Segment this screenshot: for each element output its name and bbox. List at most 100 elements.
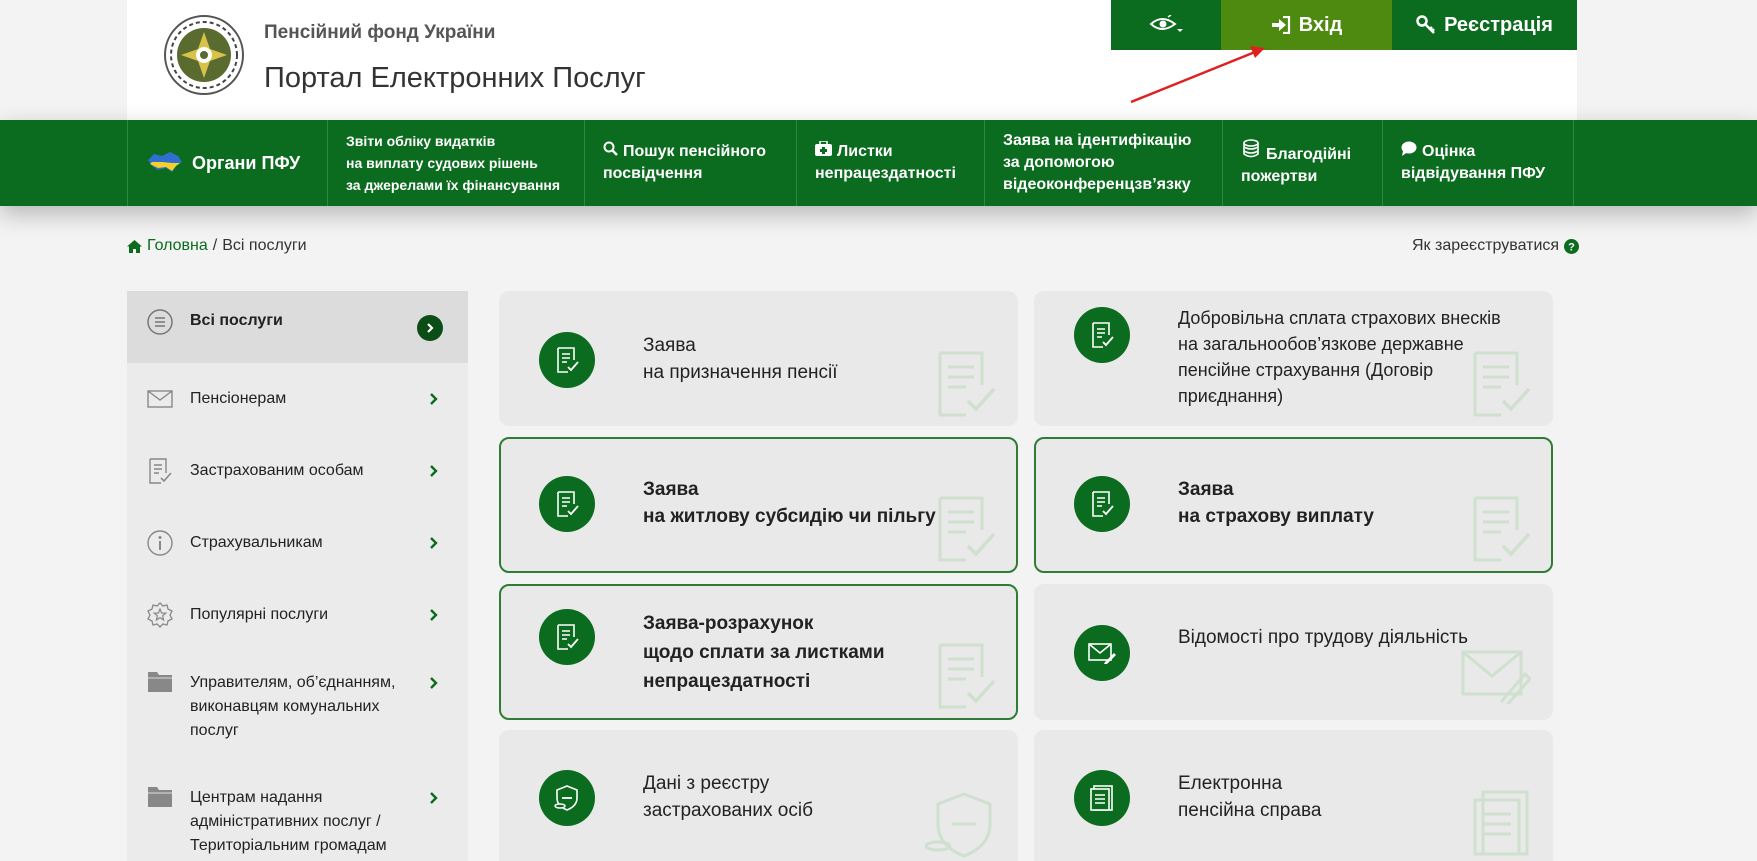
chevron-right-icon bbox=[430, 677, 438, 689]
sidebar-item-admin-centers[interactable]: Центрам надання адміністративних послуг … bbox=[127, 766, 468, 861]
sidebar-item-popular-services[interactable]: Популярні послуги bbox=[127, 579, 468, 651]
card-title: Заява на житлову субсидію чи пільгу bbox=[643, 476, 936, 530]
nav-item-expense-reports[interactable]: Звіти обліку видатків на виплату судових… bbox=[327, 120, 584, 206]
card-title-line: на призначення пенсії bbox=[643, 362, 838, 383]
folder-icon bbox=[148, 672, 172, 692]
chevron-right-icon bbox=[430, 393, 438, 405]
nav-label-line: Заява на ідентифікацію bbox=[1003, 132, 1192, 149]
card-title-line: пенсійна справа bbox=[1178, 800, 1322, 821]
chevron-right-icon bbox=[430, 537, 438, 549]
sidebar-item-label: Всі послуги bbox=[190, 312, 283, 329]
comment-icon bbox=[1401, 141, 1417, 163]
register-button[interactable]: Реєстрація bbox=[1392, 0, 1577, 50]
document-check-icon bbox=[539, 609, 595, 665]
pfu-logo[interactable] bbox=[163, 14, 245, 96]
document-check-icon bbox=[539, 476, 595, 532]
shield-coins-watermark-icon bbox=[924, 792, 992, 858]
card-title-line: Заява-розрахунок bbox=[643, 613, 814, 634]
breadcrumb-home-label: Головна bbox=[147, 237, 208, 254]
card-title: Дані з реєстру застрахованих осіб bbox=[643, 770, 813, 824]
card-title-line: пенсійне страхування (Договір bbox=[1178, 360, 1434, 380]
chevron-right-icon bbox=[430, 609, 438, 621]
card-title-line: Електронна bbox=[1178, 773, 1283, 794]
sidebar-item-pensioners[interactable]: Пенсіонерам bbox=[127, 363, 468, 435]
envelope-pen-watermark-icon bbox=[1461, 650, 1531, 704]
card-title-line: Дані з реєстру bbox=[643, 773, 770, 794]
sidebar-item-insured-persons[interactable]: Застрахованим особам bbox=[127, 435, 468, 507]
document-check-watermark-icon bbox=[1473, 496, 1531, 562]
document-check-icon bbox=[1074, 307, 1130, 363]
card-title-line: на страхову виплату bbox=[1178, 506, 1374, 527]
svg-text:?: ? bbox=[1568, 241, 1575, 253]
document-check-icon bbox=[1074, 476, 1130, 532]
list-icon bbox=[147, 309, 173, 335]
nav-item-video-identification[interactable]: Заява на ідентифікацію за допомогою віде… bbox=[984, 120, 1222, 206]
sidebar-item-label: Страхувальникам bbox=[190, 534, 323, 551]
nav-label-line: Звіти обліку видатків bbox=[346, 133, 496, 149]
breadcrumb-home-link[interactable]: Головна bbox=[127, 237, 208, 255]
card-title: Електронна пенсійна справа bbox=[1178, 770, 1321, 824]
nav-item-pension-id-search[interactable]: Пошук пенсійного посвідчення bbox=[584, 120, 796, 206]
sidebar-item-utility-managers[interactable]: Управителям, об’єднанням, виконавцям ком… bbox=[127, 651, 468, 766]
sidebar-item-label: Застрахованим особам bbox=[190, 462, 364, 479]
card-title: Відомості про трудову діяльність bbox=[1178, 624, 1468, 651]
how-to-register-link[interactable]: Як зареєструватися ? bbox=[1412, 237, 1580, 255]
card-title-line: Відомості про трудову діяльність bbox=[1178, 627, 1469, 648]
sidebar-label-line: послуг bbox=[190, 722, 239, 739]
how-to-register-label: Як зареєструватися bbox=[1412, 237, 1560, 254]
folder-icon bbox=[148, 787, 172, 807]
sidebar-item-label: Популярні послуги bbox=[190, 606, 329, 623]
shield-coins-icon bbox=[539, 770, 595, 826]
service-card-pension-application[interactable]: Заява на призначення пенсії bbox=[499, 291, 1018, 426]
sign-in-icon bbox=[1271, 16, 1290, 34]
nav-item-donations[interactable]: Благодійні пожертви bbox=[1222, 120, 1382, 206]
card-title-line: Заява bbox=[1178, 479, 1234, 500]
accessibility-button[interactable] bbox=[1111, 0, 1221, 50]
sidebar-label-line: Управителям, об’єднанням, bbox=[190, 674, 396, 691]
document-check-watermark-icon bbox=[938, 643, 996, 709]
sidebar-item-insurers[interactable]: Страхувальникам bbox=[127, 507, 468, 579]
sidebar-label-line: адміністративних послуг / bbox=[190, 813, 381, 830]
search-icon bbox=[603, 141, 618, 163]
home-icon bbox=[127, 239, 142, 253]
nav-label-line: пожертви bbox=[1241, 167, 1318, 185]
medkit-icon bbox=[815, 140, 832, 163]
nav-label-line: Пошук пенсійного bbox=[623, 143, 767, 160]
service-card-housing-subsidy[interactable]: Заява на житлову субсидію чи пільгу bbox=[499, 437, 1018, 573]
card-title-line: непрацездатності bbox=[643, 671, 811, 692]
service-card-employment-records[interactable]: Відомості про трудову діяльність bbox=[1034, 584, 1553, 720]
nav-label-line: за джерелами їх фінансування bbox=[346, 177, 561, 193]
card-title-line: Заява bbox=[643, 479, 699, 500]
card-title-line: на загальнообов’язкове державне bbox=[1178, 334, 1464, 354]
sidebar-item-label: Центрам надання адміністративних послуг … bbox=[190, 786, 420, 858]
nav-label-line: посвідчення bbox=[603, 165, 703, 182]
card-title-line: щодо сплати за листками bbox=[643, 642, 885, 663]
document-check-icon bbox=[149, 458, 172, 484]
card-title: Заява на страхову виплату bbox=[1178, 476, 1374, 530]
service-card-sick-leave-calculation[interactable]: Заява-розрахунок щодо сплати за листками… bbox=[499, 584, 1018, 720]
service-card-insured-registry[interactable]: Дані з реєстру застрахованих осіб bbox=[499, 730, 1018, 861]
nav-item-pfu-bodies[interactable]: Органи ПФУ bbox=[127, 120, 327, 206]
chevron-right-icon bbox=[430, 465, 438, 477]
star-badge-icon bbox=[147, 602, 173, 628]
card-title: Заява на призначення пенсії bbox=[643, 332, 838, 386]
service-card-insurance-payment[interactable]: Заява на страхову виплату bbox=[1034, 437, 1553, 573]
portal-title: Портал Електронних Послуг bbox=[264, 62, 646, 94]
nav-label-line: відеоконференцзв’язку bbox=[1003, 176, 1191, 193]
service-card-voluntary-contributions[interactable]: Добровільна сплата страхових внесків на … bbox=[1034, 291, 1553, 426]
nav-label-line: Благодійні bbox=[1266, 145, 1352, 163]
breadcrumb: Головна / Всі послуги bbox=[127, 237, 307, 255]
sidebar-item-all-services[interactable]: Всі послуги bbox=[127, 291, 468, 363]
nav-item-sick-leave[interactable]: Листки непрацездатності bbox=[796, 120, 984, 206]
ukraine-map-icon bbox=[148, 152, 182, 172]
nav-label-line: непрацездатності bbox=[815, 165, 956, 182]
folder-document-watermark-icon bbox=[1473, 790, 1529, 856]
sidebar-item-label: Пенсіонерам bbox=[190, 390, 287, 407]
chevron-right-icon bbox=[430, 792, 438, 804]
login-button[interactable]: Вхід bbox=[1221, 0, 1392, 50]
chevron-right-icon bbox=[417, 315, 443, 341]
envelope-pen-icon bbox=[1074, 625, 1130, 681]
service-card-electronic-pension-file[interactable]: Електронна пенсійна справа bbox=[1034, 730, 1553, 861]
card-title-line: Добровільна сплата страхових внесків bbox=[1178, 308, 1501, 328]
nav-item-visit-rating[interactable]: Оцінка відвідування ПФУ bbox=[1382, 120, 1574, 206]
